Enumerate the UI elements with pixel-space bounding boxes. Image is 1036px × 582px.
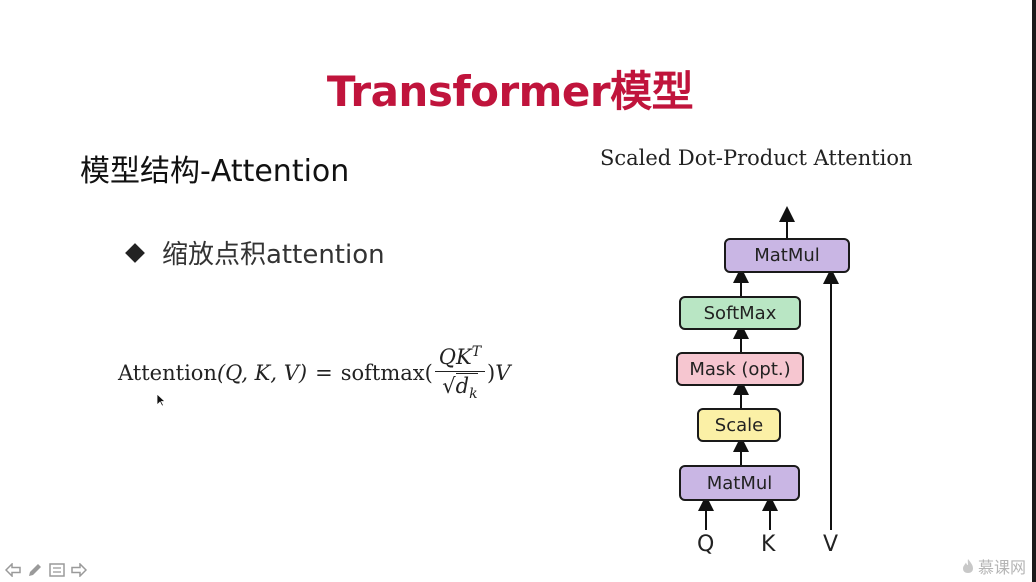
- slide-nav: [4, 562, 88, 578]
- input-label-q: Q: [697, 532, 715, 557]
- block-matmul-top: MatMul: [724, 238, 850, 273]
- flame-logo-icon: [962, 559, 973, 573]
- diagram-arrows: [698, 206, 839, 530]
- watermark-text: 慕课网: [977, 558, 1026, 577]
- watermark: 慕课网: [962, 554, 1026, 578]
- prev-arrow-icon[interactable]: [4, 562, 22, 578]
- menu-icon[interactable]: [48, 562, 66, 578]
- pen-icon[interactable]: [26, 562, 44, 578]
- input-label-k: K: [761, 532, 776, 557]
- block-matmul-bottom: MatMul: [679, 465, 800, 501]
- input-label-v: V: [823, 532, 839, 557]
- next-arrow-icon[interactable]: [70, 562, 88, 578]
- block-softmax: SoftMax: [679, 296, 801, 330]
- block-scale: Scale: [697, 408, 781, 442]
- block-mask: Mask (opt.): [676, 352, 804, 386]
